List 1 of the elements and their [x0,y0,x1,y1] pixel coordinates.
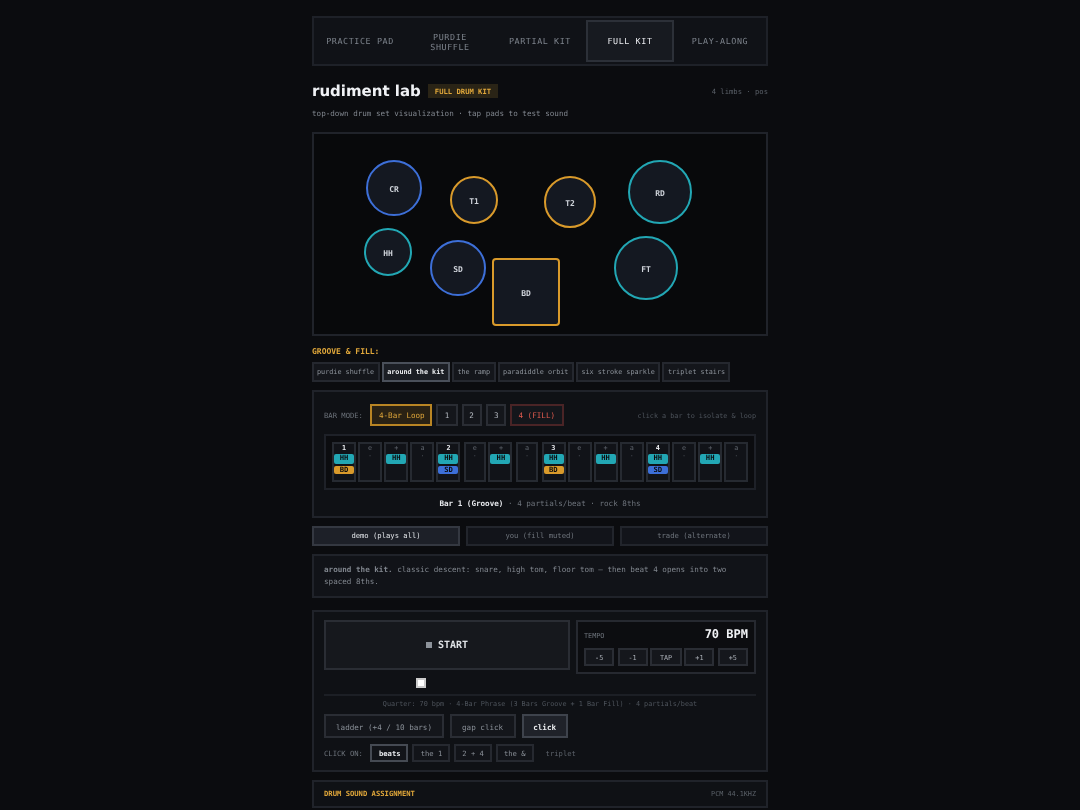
checkbox[interactable] [416,678,426,688]
